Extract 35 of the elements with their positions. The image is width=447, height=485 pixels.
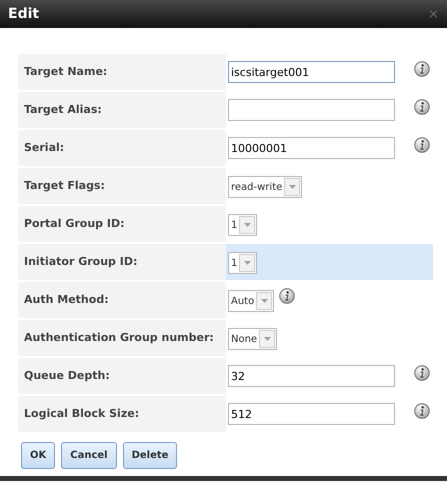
caret-icon bbox=[259, 330, 276, 348]
info-icon[interactable] bbox=[414, 61, 430, 77]
caret-icon bbox=[239, 216, 256, 234]
field-label: Target Name: bbox=[24, 64, 108, 80]
info-icon[interactable] bbox=[414, 365, 430, 381]
window-title: Edit bbox=[8, 4, 40, 24]
caret-icon bbox=[256, 292, 272, 310]
field-label: Authentication Group number: bbox=[24, 330, 214, 346]
dropdown[interactable]: read-write bbox=[228, 176, 302, 198]
info-icon[interactable] bbox=[414, 137, 430, 153]
dropdown[interactable]: Auto bbox=[228, 290, 274, 312]
caret-icon bbox=[239, 254, 256, 272]
text-field[interactable]: 32 bbox=[228, 365, 395, 387]
field-label: Target Alias: bbox=[24, 102, 102, 118]
dialog-button[interactable]: OK bbox=[21, 442, 56, 469]
text-field[interactable] bbox=[228, 99, 395, 121]
dialog-button[interactable]: Cancel bbox=[61, 442, 117, 469]
text-field[interactable]: 512 bbox=[228, 403, 395, 425]
field-label: Queue Depth: bbox=[24, 368, 110, 384]
field-label: Initiator Group ID: bbox=[24, 254, 138, 270]
info-icon[interactable] bbox=[279, 288, 296, 304]
field-label: Logical Block Size: bbox=[24, 406, 140, 422]
dropdown[interactable]: None bbox=[228, 328, 278, 350]
dropdown[interactable]: 1 bbox=[228, 214, 258, 236]
dialog-button[interactable]: Delete bbox=[122, 442, 178, 469]
caret-icon bbox=[284, 178, 300, 196]
dropdown[interactable]: 1 bbox=[228, 252, 258, 274]
text-field[interactable]: 10000001 bbox=[228, 137, 395, 159]
field-label: Auth Method: bbox=[24, 292, 109, 308]
field-label: Target Flags: bbox=[24, 178, 105, 194]
field-label: Portal Group ID: bbox=[24, 216, 124, 232]
info-icon[interactable] bbox=[414, 403, 430, 419]
info-icon[interactable] bbox=[414, 99, 430, 115]
text-field[interactable]: iscsitarget001 bbox=[228, 61, 395, 83]
field-label: Serial: bbox=[24, 140, 64, 156]
